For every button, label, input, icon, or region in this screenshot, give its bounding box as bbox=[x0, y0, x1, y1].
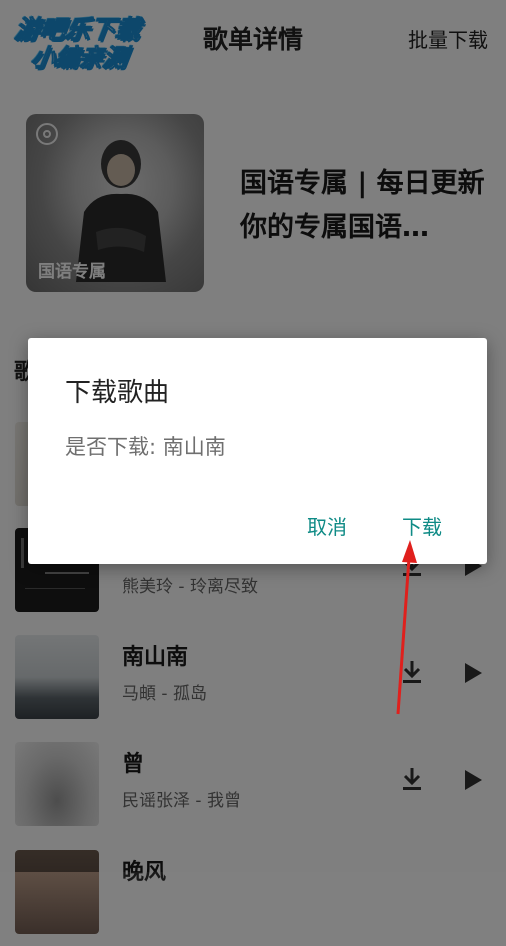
confirm-download-button[interactable]: 下载 bbox=[402, 511, 442, 540]
cancel-button[interactable]: 取消 bbox=[307, 511, 347, 540]
dialog-title: 下载歌曲 bbox=[65, 378, 170, 408]
download-dialog: 下载歌曲 是否下载: 南山南 取消 下载 bbox=[28, 338, 487, 564]
dialog-message: 是否下载: 南山南 bbox=[65, 435, 226, 459]
